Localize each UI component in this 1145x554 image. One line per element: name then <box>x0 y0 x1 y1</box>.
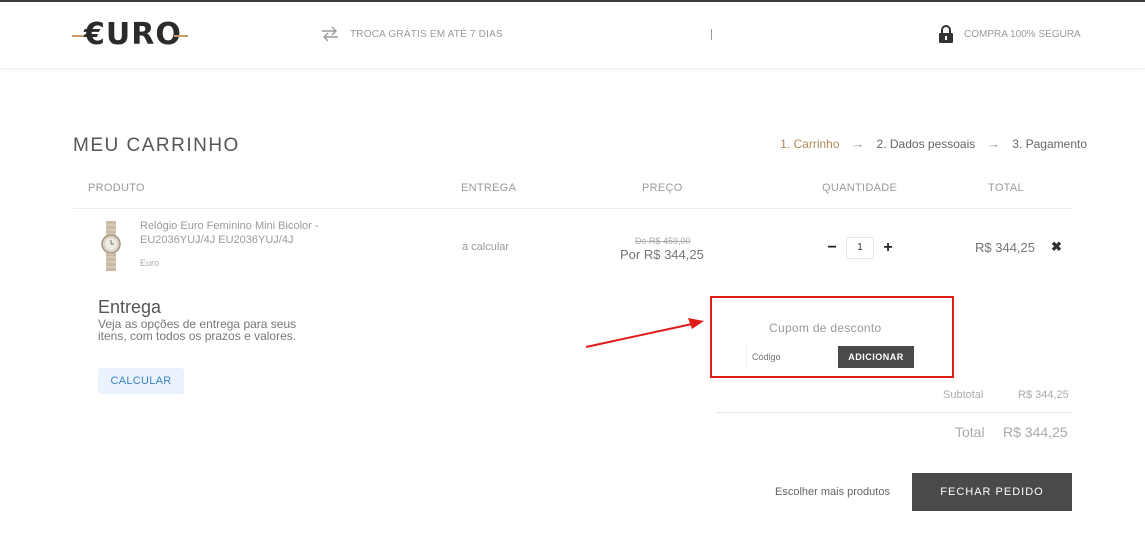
annotation-arrow-icon <box>585 318 704 348</box>
table-divider <box>73 208 1072 209</box>
quantity-input[interactable]: 1 <box>846 237 874 259</box>
quantity-decrease-button[interactable]: − <box>826 239 838 257</box>
product-brand: Euro <box>140 258 160 268</box>
column-header-total: TOTAL <box>988 182 1024 194</box>
total-value: R$ 344,25 <box>1003 424 1068 440</box>
checkout-steps: 1. Carrinho → 2. Dados pessoais → 3. Pag… <box>780 136 1087 151</box>
secure-purchase-text: COMPRA 100% SEGURA <box>964 28 1081 40</box>
logo-bar-right <box>174 35 188 37</box>
subtotal-value: R$ 344,25 <box>1018 389 1069 401</box>
shipping-description: Veja as opções de entrega para seus iten… <box>98 317 297 343</box>
continue-shopping-link[interactable]: Escolher mais produtos <box>775 486 890 498</box>
quantity-increase-button[interactable]: + <box>882 239 894 257</box>
summary-divider <box>716 412 1072 413</box>
item-total: R$ 344,25 <box>975 240 1035 255</box>
logo-text: €URO <box>84 17 182 52</box>
coupon-title: Cupom de desconto <box>769 321 882 335</box>
step-personal-data[interactable]: 2. Dados pessoais <box>877 137 976 151</box>
step-payment[interactable]: 3. Pagamento <box>1012 137 1087 151</box>
exchange-arrows-icon <box>322 26 338 42</box>
page-title: MEU CARRINHO <box>73 135 240 156</box>
step-cart[interactable]: 1. Carrinho <box>780 137 839 151</box>
secure-purchase-banner: COMPRA 100% SEGURA <box>938 24 1081 44</box>
add-coupon-button[interactable]: ADICIONAR <box>838 346 914 368</box>
old-price: De R$ 459,00 <box>635 236 691 246</box>
column-header-quantity: QUANTIDADE <box>822 182 898 194</box>
step-arrow-icon: → <box>987 136 1001 151</box>
site-header: €URO TROCA GRÁTIS EM ATÉ 7 DIAS COMPRA 1… <box>0 2 1145 69</box>
column-header-delivery: ENTREGA <box>461 182 517 194</box>
subtotal-label: Subtotal <box>943 389 984 401</box>
quantity-stepper: − 1 + <box>826 237 894 259</box>
coupon-code-input[interactable] <box>746 346 838 368</box>
lock-icon <box>939 25 953 43</box>
remove-item-icon[interactable]: ✖ <box>1051 239 1062 255</box>
step-arrow-icon: → <box>851 136 865 151</box>
checkout-button[interactable]: FECHAR PEDIDO <box>912 473 1072 511</box>
column-header-price: PREÇO <box>642 182 683 194</box>
calculate-shipping-button[interactable]: CALCULAR <box>98 368 184 394</box>
product-name[interactable]: Relógio Euro Feminino Mini Bicolor - EU2… <box>140 219 340 247</box>
column-header-product: PRODUTO <box>88 182 145 194</box>
total-label: Total <box>955 424 985 440</box>
shipping-title: Entrega <box>98 297 162 317</box>
header-separator <box>711 29 712 40</box>
delivery-value: a calcular <box>462 241 510 253</box>
current-price: Por R$ 344,25 <box>620 247 704 262</box>
free-exchange-text: TROCA GRÁTIS EM ATÉ 7 DIAS <box>350 28 503 40</box>
watch-product-image[interactable] <box>100 221 122 271</box>
euro-logo[interactable]: €URO <box>72 18 188 52</box>
free-exchange-banner: TROCA GRÁTIS EM ATÉ 7 DIAS <box>320 26 503 42</box>
